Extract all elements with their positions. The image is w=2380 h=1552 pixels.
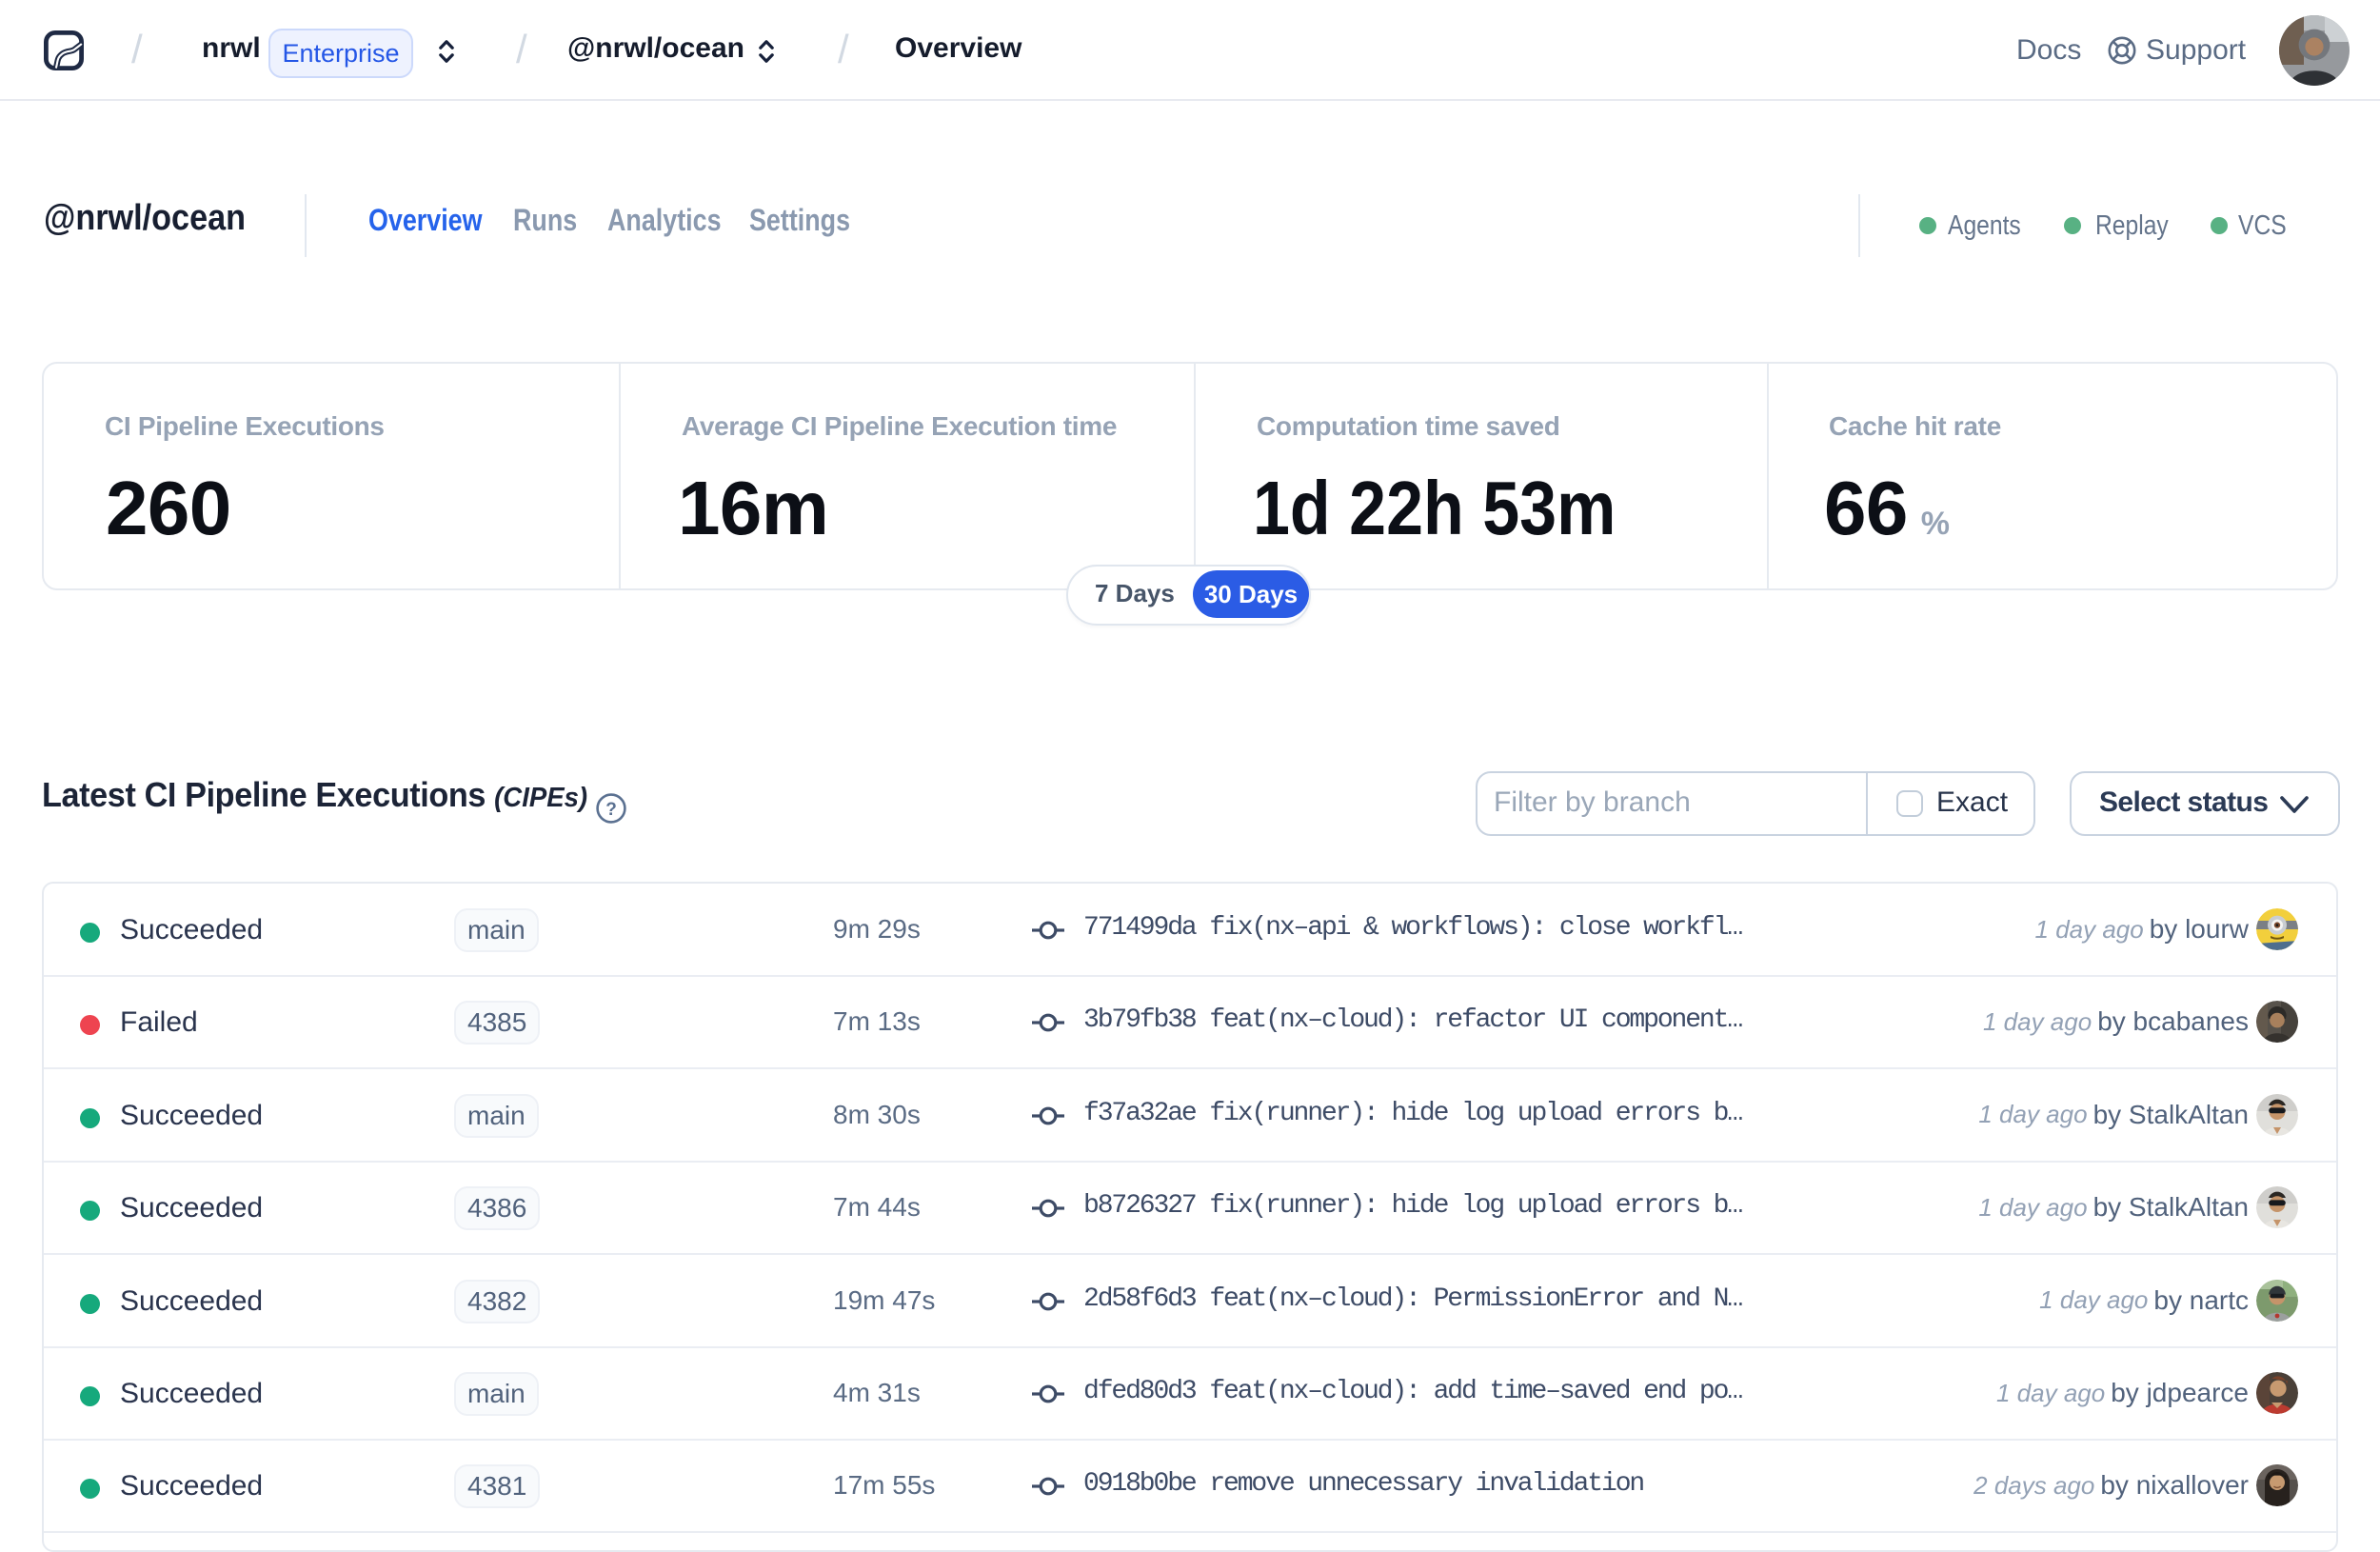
svg-text:?: ?	[605, 800, 617, 820]
